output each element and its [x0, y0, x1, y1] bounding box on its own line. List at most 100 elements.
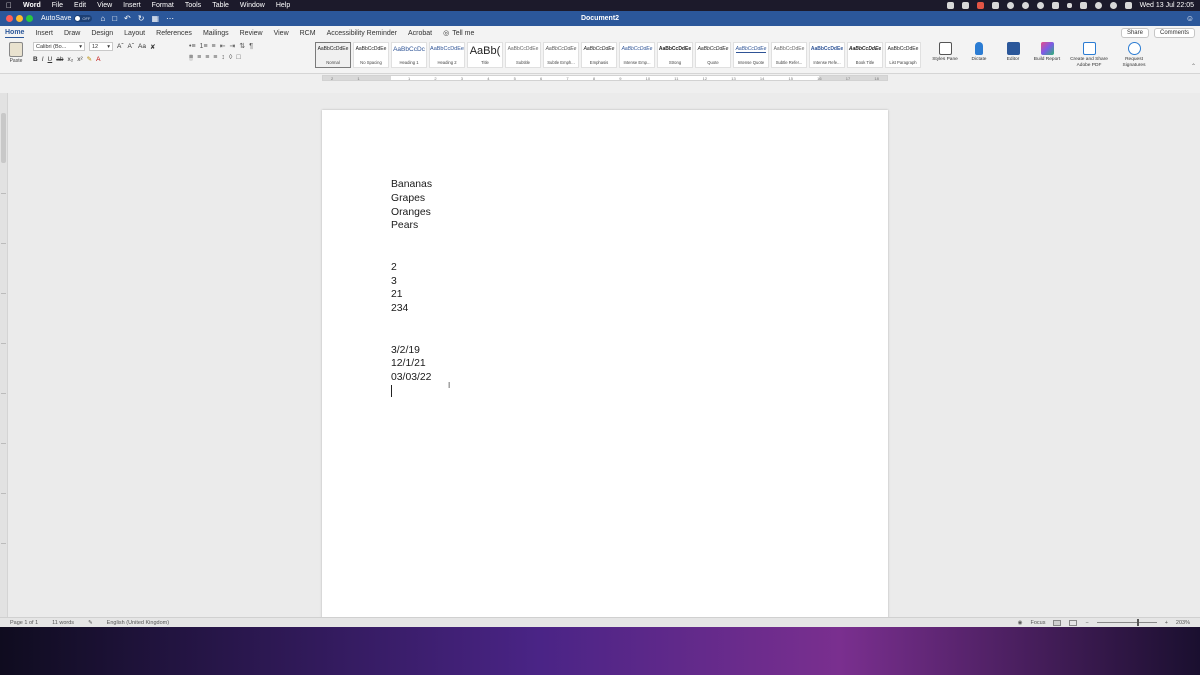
style-heading-1[interactable]: AaBbCcDc Heading 1 — [391, 42, 427, 68]
minimize-window-button[interactable] — [16, 15, 23, 22]
paragraph[interactable]: Bananas — [391, 178, 811, 192]
tab-draw[interactable]: Draw — [64, 30, 80, 37]
close-window-button[interactable] — [6, 15, 13, 22]
autosave-toggle[interactable]: OFF — [74, 15, 93, 22]
clear-formatting-icon[interactable]: ✘ — [150, 43, 155, 51]
change-case-icon[interactable]: Aa — [138, 43, 146, 50]
strikethrough-icon[interactable]: ab — [56, 56, 63, 63]
proofing-icon[interactable]: ✎ — [88, 620, 93, 626]
style-book-title[interactable]: AaBbCcDdEe Book Title — [847, 42, 883, 68]
paste-group[interactable]: Paste — [5, 42, 27, 64]
shading-icon[interactable]: ◊ — [229, 54, 232, 61]
numbering-icon[interactable]: 1≡ — [200, 43, 208, 50]
paragraph[interactable] — [391, 330, 811, 344]
comments-button[interactable]: Comments — [1153, 28, 1195, 38]
font-size-select[interactable]: 12 ▾ — [89, 42, 113, 51]
style-heading-2[interactable]: AaBbCcDdEe Heading 2 — [429, 42, 465, 68]
wifi-icon[interactable] — [1094, 2, 1102, 9]
bullets-icon[interactable]: •≡ — [189, 43, 196, 50]
zoom-slider[interactable] — [1096, 619, 1157, 626]
horizontal-ruler[interactable]: 2 1 1 2 3 4 5 6 7 8 9 10 11 12 13 14 15 … — [322, 75, 888, 81]
align-left-icon[interactable]: ≡ — [189, 54, 194, 61]
page-count[interactable]: Page 1 of 1 — [10, 620, 38, 626]
apple-icon[interactable]:  — [6, 1, 12, 10]
menu-file[interactable]: File — [52, 2, 63, 9]
align-center-icon[interactable]: ≡ — [197, 54, 201, 61]
document-canvas[interactable]: Bananas Grapes Oranges Pears 2 3 21 234 … — [0, 93, 1200, 625]
multilevel-list-icon[interactable]: ≡ — [212, 43, 216, 50]
sync-icon[interactable] — [1021, 2, 1029, 9]
paragraph[interactable]: 03/03/22 — [391, 371, 811, 385]
style-strong[interactable]: AaBbCcDdEe Strong — [657, 42, 693, 68]
style-subtle-reference[interactable]: AaBbCcDdEe Subtle Refer... — [771, 42, 807, 68]
paragraph[interactable]: 3 — [391, 275, 811, 289]
home-icon[interactable]: ⌂ — [100, 14, 105, 23]
pilcrow-icon[interactable]: ¶ — [249, 43, 253, 50]
menu-window[interactable]: Window — [240, 2, 265, 9]
italic-icon[interactable]: I — [42, 56, 44, 63]
paragraph[interactable]: Pears — [391, 219, 811, 233]
volume-icon[interactable] — [1051, 2, 1059, 9]
font-color-icon[interactable]: A — [96, 56, 100, 63]
print-layout-view-button[interactable] — [1053, 619, 1062, 626]
account-icon[interactable]: ☺ — [1186, 14, 1194, 23]
tab-layout[interactable]: Layout — [124, 30, 145, 37]
autosave-control[interactable]: AutoSave OFF — [41, 15, 93, 22]
shrink-font-icon[interactable]: Aˇ — [128, 43, 135, 50]
zoom-out-icon[interactable]: − — [1085, 620, 1088, 626]
style-quote[interactable]: AaBbCcDdEe Quote — [695, 42, 731, 68]
spotlight-icon[interactable] — [1109, 2, 1117, 9]
create-share-pdf-button[interactable]: Create and Share Adobe PDF — [1067, 42, 1111, 68]
menu-help[interactable]: Help — [276, 2, 290, 9]
grow-font-icon[interactable]: Aˆ — [117, 43, 124, 50]
menu-edit[interactable]: Edit — [74, 2, 86, 9]
tab-view[interactable]: View — [274, 30, 289, 37]
decrease-indent-icon[interactable]: ⇤ — [220, 42, 226, 50]
build-report-button[interactable]: Build Report — [1033, 42, 1061, 68]
calendar-icon[interactable] — [991, 2, 999, 9]
paragraph[interactable]: 2 — [391, 261, 811, 275]
request-signatures-button[interactable]: Request Signatures — [1117, 42, 1151, 68]
empty-paragraph[interactable] — [391, 385, 811, 399]
style-emphasis[interactable]: AaBbCcDdEe Emphasis — [581, 42, 617, 68]
save-icon[interactable]: □ — [112, 14, 117, 23]
app-status-icon[interactable] — [961, 2, 969, 9]
dictate-button[interactable]: Dictate — [965, 42, 993, 68]
tab-home[interactable]: Home — [5, 29, 25, 38]
zoom-in-icon[interactable]: + — [1165, 620, 1168, 626]
record-icon[interactable] — [976, 2, 984, 9]
vpn-icon[interactable] — [1006, 2, 1014, 9]
collapse-ribbon-icon[interactable]: ⌃ — [1191, 63, 1196, 70]
subscript-icon[interactable]: x₂ — [67, 56, 73, 63]
undo-icon[interactable]: ↶ — [124, 14, 131, 23]
tab-references[interactable]: References — [156, 30, 192, 37]
justify-icon[interactable]: ≡ — [213, 54, 217, 61]
paragraph[interactable] — [391, 247, 811, 261]
bold-icon[interactable]: B — [33, 56, 38, 63]
paragraph[interactable]: Oranges — [391, 206, 811, 220]
tab-design[interactable]: Design — [91, 30, 113, 37]
underline-icon[interactable]: U — [48, 56, 53, 63]
tab-rcm[interactable]: RCM — [300, 30, 316, 37]
battery-icon[interactable] — [1079, 2, 1087, 9]
align-right-icon[interactable]: ≡ — [205, 54, 209, 61]
paragraph[interactable]: 21 — [391, 288, 811, 302]
font-name-select[interactable]: Calibri (Bo... ▾ — [33, 42, 85, 51]
vertical-ruler[interactable] — [0, 93, 8, 617]
language-indicator[interactable]: English (United Kingdom) — [107, 620, 169, 626]
style-intense-quote[interactable]: AaBbCcDdEe Intense Quote — [733, 42, 769, 68]
paragraph[interactable]: Grapes — [391, 192, 811, 206]
style-subtle-emphasis[interactable]: AaBbCcDdEe Subtle Emph... — [543, 42, 579, 68]
menu-tools[interactable]: Tools — [185, 2, 201, 9]
menu-table[interactable]: Table — [212, 2, 229, 9]
menu-format[interactable]: Format — [152, 2, 174, 9]
style-normal[interactable]: AaBbCcDdEe Normal — [315, 42, 351, 68]
document-page[interactable]: Bananas Grapes Oranges Pears 2 3 21 234 … — [322, 110, 888, 625]
sort-icon[interactable]: ⇅ — [239, 42, 245, 50]
paragraph[interactable]: 3/2/19 — [391, 344, 811, 358]
style-intense-reference[interactable]: AaBbCcDdEe Intense Refe... — [809, 42, 845, 68]
control-center-icon[interactable] — [1124, 2, 1132, 9]
print-icon[interactable]: ▦ — [151, 14, 159, 23]
editor-button[interactable]: Editor — [999, 42, 1027, 68]
style-subtitle[interactable]: AaBbCcDdEe Subtitle — [505, 42, 541, 68]
